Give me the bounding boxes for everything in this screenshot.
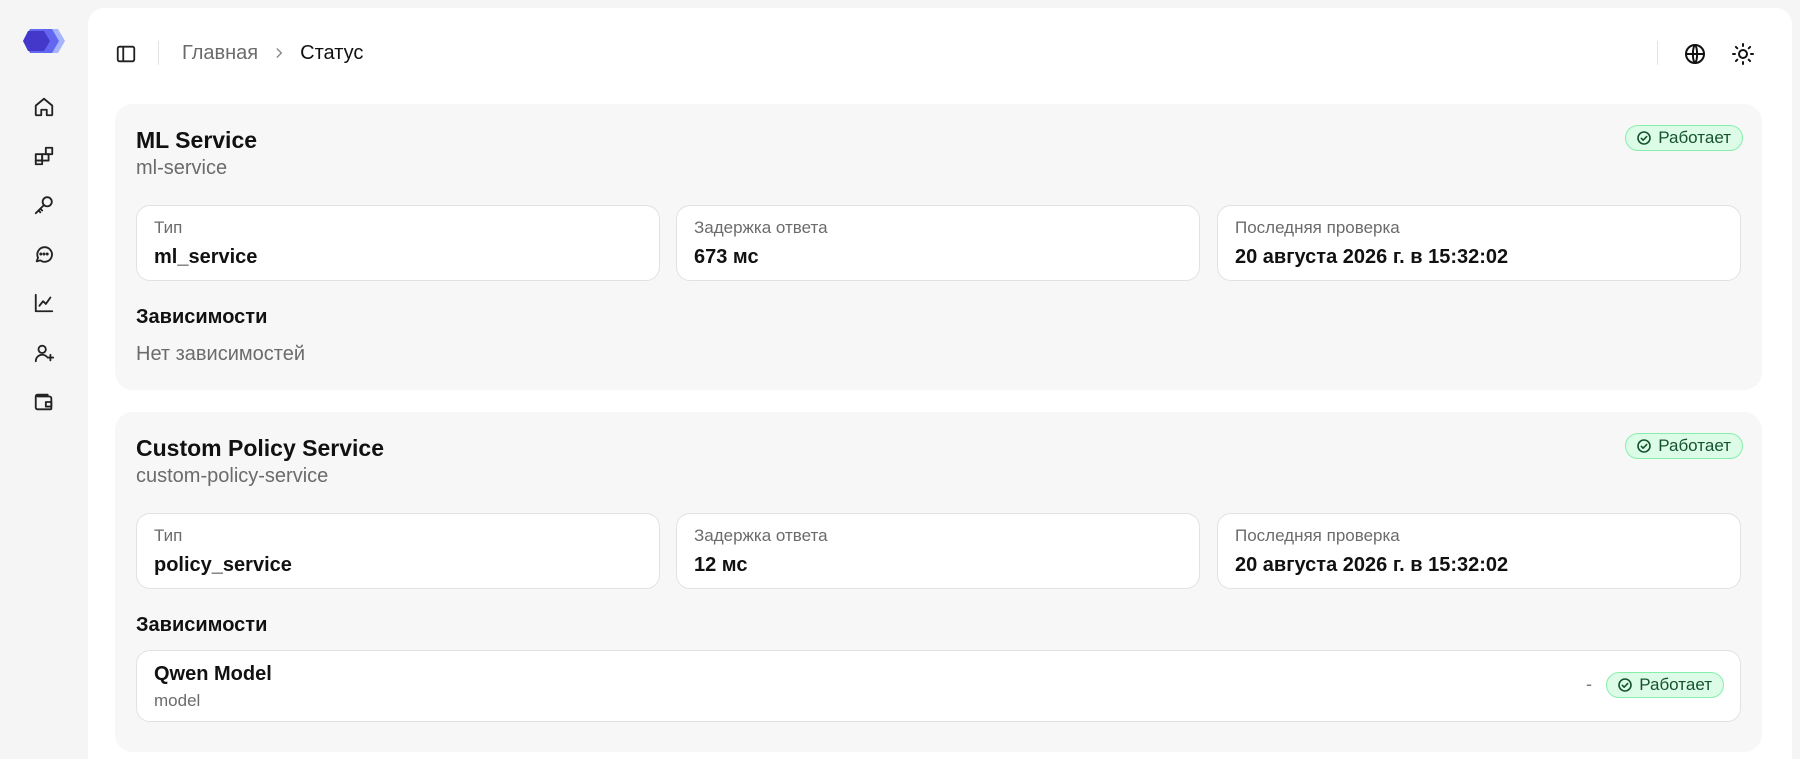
home-icon <box>34 97 54 117</box>
sidebar-item-analytics[interactable] <box>28 287 60 319</box>
status-badge: Работает <box>1606 672 1724 698</box>
dependencies-empty-text: Нет зависимостей <box>136 343 305 365</box>
sidebar-item-apps[interactable] <box>28 140 60 172</box>
divider <box>158 41 159 65</box>
sidebar-item-chat[interactable] <box>28 238 60 270</box>
info-value: ml_service <box>154 246 258 268</box>
info-value: 20 августа 2026 г. в 15:32:02 <box>1235 246 1509 268</box>
globe-icon <box>1685 44 1705 64</box>
dependency-name: Qwen Model <box>154 663 272 685</box>
info-box-last-check: Последняя проверка 20 августа 2026 г. в … <box>1217 513 1741 589</box>
info-box-latency: Задержка ответа 673 мс <box>676 205 1200 281</box>
check-circle-icon <box>1637 131 1652 145</box>
info-value: 20 августа 2026 г. в 15:32:02 <box>1235 554 1509 576</box>
status-label: Работает <box>1658 436 1731 455</box>
sidebar-toggle-icon <box>116 45 136 63</box>
service-name: Custom Policy Service <box>136 435 384 461</box>
app-logo[interactable] <box>22 28 66 54</box>
sidebar-item-home[interactable] <box>28 91 60 123</box>
apps-icon <box>34 146 54 166</box>
info-box-type: Тип policy_service <box>136 513 660 589</box>
service-slug: custom-policy-service <box>136 465 329 487</box>
status-label: Работает <box>1658 128 1731 147</box>
chevron-right-icon <box>272 46 286 60</box>
dependency-latency: - <box>1586 674 1592 694</box>
sidebar-item-wallet[interactable] <box>28 386 60 418</box>
info-value: 12 мс <box>694 554 748 576</box>
info-label: Тип <box>154 526 183 545</box>
service-card: ML Service ml-service Работает Тип ml_se… <box>115 104 1762 390</box>
chat-icon <box>35 246 53 263</box>
info-box-last-check: Последняя проверка 20 августа 2026 г. в … <box>1217 205 1741 281</box>
sidebar-item-keys[interactable] <box>28 189 60 221</box>
info-label: Последняя проверка <box>1235 526 1400 545</box>
chart-icon <box>34 293 54 313</box>
info-label: Последняя проверка <box>1235 218 1400 237</box>
breadcrumb: Главная Статус <box>182 41 363 65</box>
info-value: 673 мс <box>694 246 759 268</box>
divider <box>1657 41 1658 65</box>
dependencies-title: Зависимости <box>136 306 268 328</box>
theme-toggle-button[interactable] <box>1729 40 1757 68</box>
sidebar <box>0 0 88 759</box>
key-icon <box>34 196 53 215</box>
top-bar: Главная Статус <box>88 8 1792 98</box>
info-box-type: Тип ml_service <box>136 205 660 281</box>
info-label: Тип <box>154 218 183 237</box>
sidebar-item-users[interactable] <box>28 337 60 369</box>
service-slug: ml-service <box>136 157 228 179</box>
info-value: policy_service <box>154 554 292 576</box>
language-button[interactable] <box>1681 40 1709 68</box>
status-badge: Работает <box>1625 125 1743 151</box>
status-label: Работает <box>1639 675 1712 694</box>
sun-icon <box>1732 43 1754 65</box>
breadcrumb-home-link[interactable]: Главная <box>182 42 258 65</box>
info-label: Задержка ответа <box>694 218 828 237</box>
dependencies-title: Зависимости <box>136 614 268 636</box>
sidebar-toggle-button[interactable] <box>112 40 140 68</box>
info-box-latency: Задержка ответа 12 мс <box>676 513 1200 589</box>
dependency-row: Qwen Model model - Работает <box>136 650 1741 722</box>
dependency-type: model <box>154 691 201 710</box>
breadcrumb-current: Статус <box>300 41 364 64</box>
info-label: Задержка ответа <box>694 526 828 545</box>
user-plus-icon <box>34 344 55 363</box>
status-badge: Работает <box>1625 433 1743 459</box>
wallet-icon <box>34 393 53 411</box>
check-circle-icon <box>1618 678 1633 692</box>
service-card: Custom Policy Service custom-policy-serv… <box>115 412 1762 752</box>
main-panel: Главная Статус ML Service ml-service Раб… <box>88 8 1792 759</box>
service-name: ML Service <box>136 127 258 153</box>
check-circle-icon <box>1637 439 1652 453</box>
